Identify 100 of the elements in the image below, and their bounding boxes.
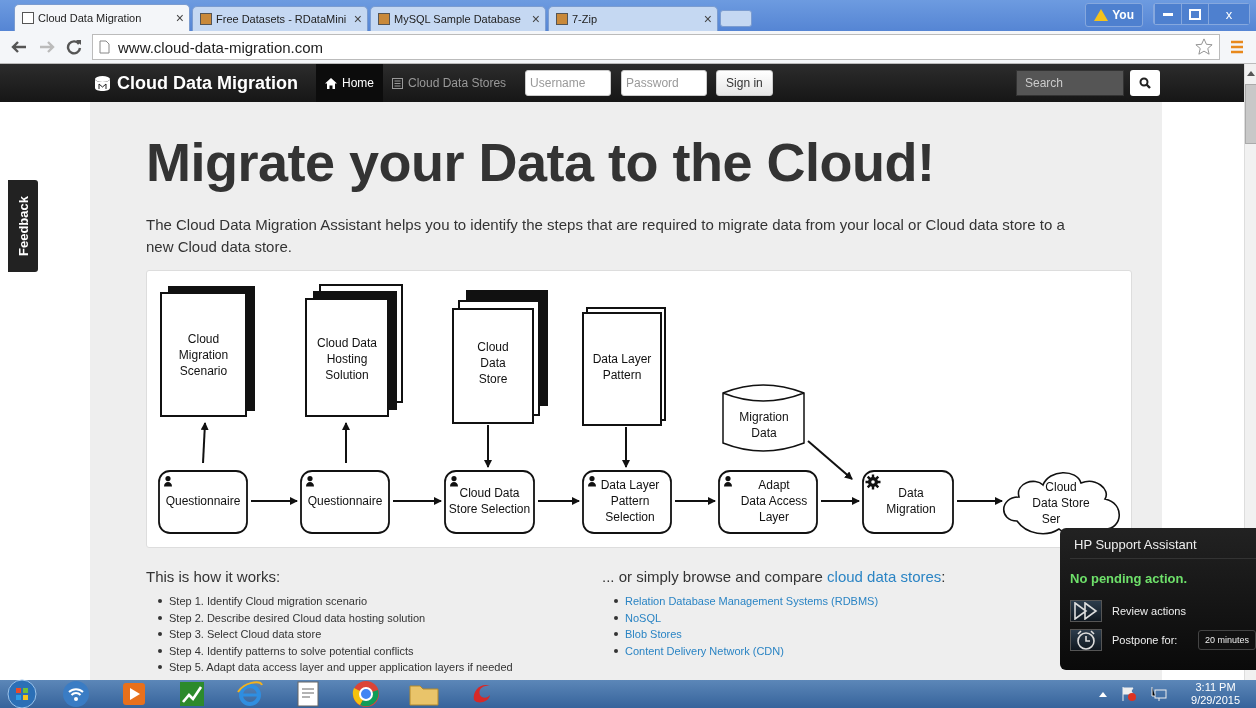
review-actions-link[interactable]: Review actions [1112,605,1186,617]
process-step-label: Adapt Data Access Layer [740,478,808,524]
arrow [957,497,1003,505]
arrow [821,497,860,505]
category-link[interactable]: NoSQL [625,609,662,626]
intro-paragraph: The Cloud Data Migration Assistant helps you to identify the steps that are required to migrate data from your local or Cloud data store to a new Cloud data store. [146,215,1066,257]
database-icon [94,74,111,92]
show-hidden-icons[interactable] [1099,691,1108,697]
step-text: Step 2. Describe desired Cloud data hosting solution [169,610,426,626]
popup-title: HP Support Assistant [1070,536,1256,559]
duration-dropdown[interactable]: 20 minutes [1197,630,1256,650]
process-step-label: Questionnaire [165,494,241,508]
clock-time[interactable]: 3:11 PM [1195,681,1236,694]
category-link[interactable]: Blob Stores [625,626,682,643]
browser-tab[interactable]: 7-Zip × [548,6,718,31]
process-step-label: Questionnaire [307,494,383,508]
scroll-thumb[interactable] [1245,84,1256,144]
list-icon [392,77,403,89]
gear-icon [864,473,882,491]
close-tab-button[interactable]: × [703,11,712,27]
star-icon[interactable] [1195,38,1213,56]
status-text: No pending action. [1070,571,1188,586]
back-icon[interactable] [10,40,28,54]
section-heading: ... or simply browse and compare [602,568,823,585]
minimize-button[interactable] [1154,4,1181,24]
arrow [807,440,853,480]
bullet-icon [158,665,162,670]
step-text: Step 4. Identify patterns to solve potential conflicts [169,643,414,659]
person-icon [164,476,172,487]
feedback-tab[interactable]: Feedback [8,180,38,272]
username-field[interactable]: Username [525,70,612,96]
bullet-icon [614,599,618,604]
sign-in-button[interactable]: Sign in [716,70,773,96]
arrow [622,426,630,468]
step-text: Step 3. Select Cloud data store [169,627,322,642]
step-text: Step 5. Adapt data access layer and upper application layers if needed [169,660,513,675]
arrow [393,497,442,505]
search-field[interactable]: Search [1016,70,1124,96]
bullet-icon [614,648,618,653]
person-icon [724,476,732,487]
page-icon [99,40,110,54]
password-field[interactable]: Password [621,70,708,96]
alarm-clock-icon[interactable] [1070,629,1102,651]
page-icon [22,12,34,24]
scroll-up-icon[interactable] [1247,70,1255,76]
page-heading: Migrate your Data to the Cloud! [146,131,936,194]
browser-tab[interactable]: MySQL Sample Database × [370,6,546,31]
fast-forward-icon[interactable] [1070,600,1102,622]
section-heading: This is how it works: [146,568,282,585]
arrow [675,497,716,505]
colon-text: : [941,568,946,585]
site-logo[interactable]: Cloud Data Migration [94,72,298,94]
close-tab-button[interactable]: × [531,11,540,27]
document-label: Cloud Data Hosting Solution [317,336,377,382]
home-icon [325,77,337,89]
arrow [538,497,580,505]
bullet-icon [614,632,618,637]
start-button[interactable] [4,680,40,708]
close-window-button[interactable]: x [1208,4,1249,24]
arrow [251,497,298,505]
process-step-label: Data Layer Pattern Selection [600,478,660,524]
arrow [484,424,492,468]
clock-date[interactable]: 9/29/2015 [1191,694,1240,707]
category-link[interactable]: Relation Database Management Systems (RDBMS) [625,593,879,610]
close-tab-button[interactable]: × [175,10,184,26]
cloud-label: Cloud Data Store Ser [1032,480,1090,526]
bullet-icon [158,632,162,637]
network-icon[interactable] [1151,686,1168,702]
bullet-icon [158,599,162,604]
nav-link[interactable]: Cloud Data Stores [383,64,516,102]
page-icon [378,13,390,25]
restore-button[interactable] [1181,4,1208,24]
arrow [200,422,209,464]
document-label: Cloud Migration Scenario [178,332,229,378]
process-step-label: Data Migration [886,486,936,516]
person-icon [588,476,596,487]
person-icon [306,476,314,487]
page-icon [200,13,212,25]
address-field[interactable]: www.cloud-data-migration.com [92,34,1220,60]
bullet-icon [614,615,618,620]
data-store-label: Migration Data [739,410,789,440]
step-text: Step 1. Identify Cloud migration scenario [169,594,368,609]
browser-tab[interactable]: Free Datasets - RDataMini × [192,6,368,31]
reload-icon[interactable] [66,39,82,55]
document-label: Data Layer Pattern [592,352,652,382]
process-step-label: Cloud Data Store Selection [448,486,531,516]
bullet-icon [158,615,162,620]
browser-tab[interactable]: Cloud Data Migration × [14,4,190,31]
person-icon [450,476,458,487]
nav-link[interactable]: Home [316,64,383,102]
profile-button[interactable]: You [1085,3,1143,27]
page-icon [556,13,568,25]
flag-icon[interactable] [1121,686,1138,702]
category-link[interactable]: Content Delivery Network (CDN) [625,642,784,659]
search-button[interactable] [1130,70,1160,96]
document-label: Cloud Data Store [477,340,509,386]
postpone-label: Postpone for: [1112,634,1178,646]
close-tab-button[interactable]: × [353,11,362,27]
arrow [342,422,350,464]
search-icon [1139,77,1151,89]
